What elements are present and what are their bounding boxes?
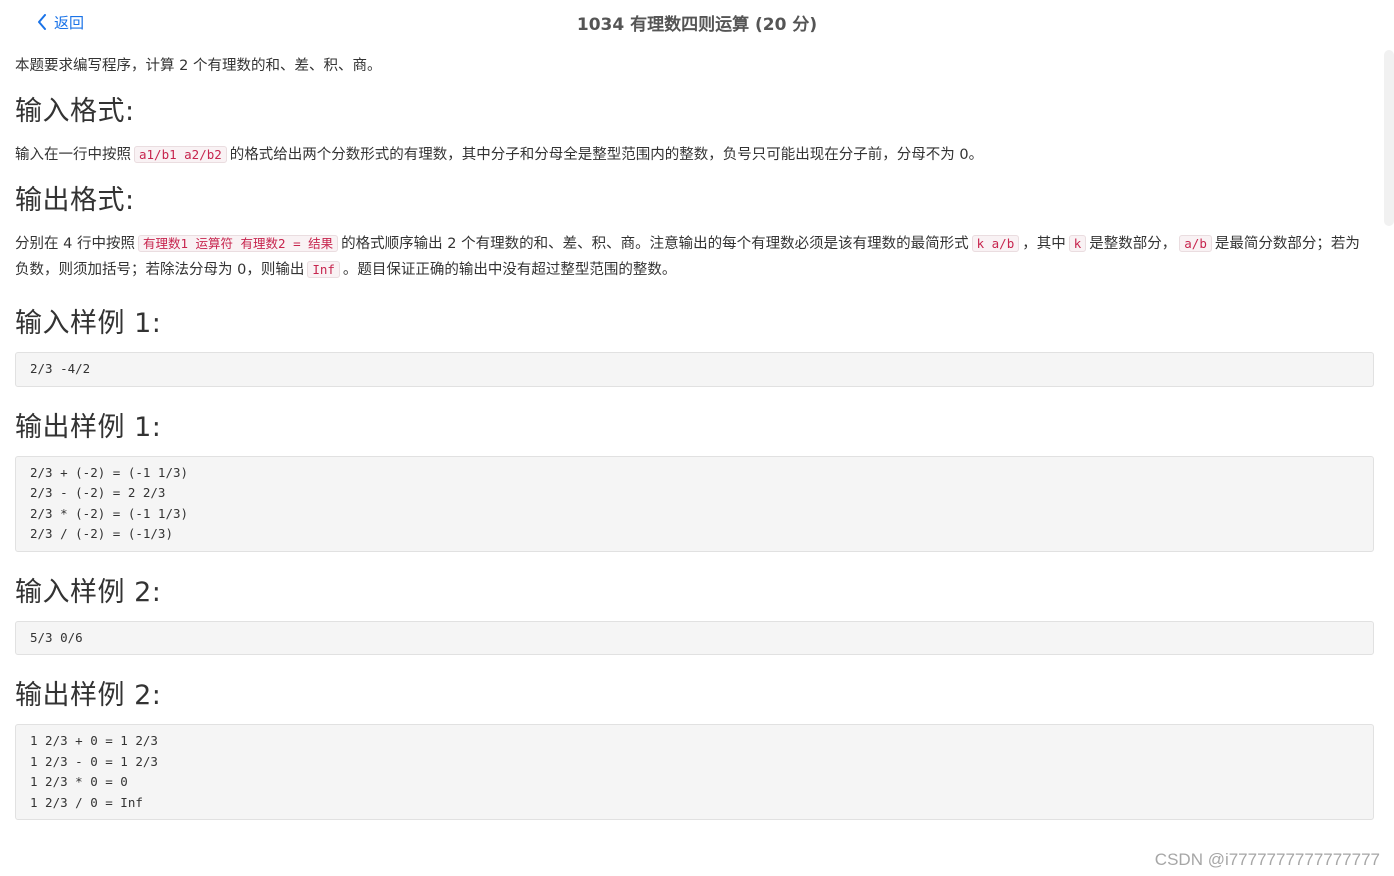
inline-code: 有理数1 运算符 有理数2 = 结果 [137, 235, 339, 252]
sample-input-1-heading: 输入样例 1: [15, 308, 162, 339]
top-bar: 返回 1034 有理数四则运算 (20 分) [0, 0, 1394, 44]
sample-input-2-code: 5/3 0/6 [15, 620, 1374, 655]
scrollbar[interactable] [1384, 50, 1394, 226]
sample-input-1-code: 2/3 -4/2 [15, 352, 1374, 387]
inline-code: a1/b1 a2/b2 [134, 146, 227, 163]
sample-output-2-heading: 输出样例 2: [15, 680, 162, 711]
page-title: 1034 有理数四则运算 (20 分) [576, 15, 818, 35]
watermark: CSDN @i7777777777777777 [1154, 850, 1380, 869]
inline-code: k [1068, 235, 1087, 252]
inline-code: a/b [1179, 235, 1212, 252]
sample-input-2-heading: 输入样例 2: [15, 576, 162, 608]
input-format-heading: 输入格式: [15, 96, 135, 127]
intro-text: 本题要求编写程序，计算 2 个有理数的和、差、积、商。 [15, 58, 382, 74]
inline-code: k a/b [971, 235, 1020, 252]
sample-output-1-heading: 输出样例 1: [15, 411, 162, 443]
problem-content: 本题要求编写程序，计算 2 个有理数的和、差、积、商。 输入格式: 输入在一行中… [15, 52, 1374, 820]
inline-code: Inf [307, 261, 340, 278]
output-format-heading: 输出格式: [15, 185, 135, 216]
sample-output-2-code: 1 2/3 + 0 = 1 2/3 1 2/3 - 0 = 1 2/3 1 2/… [15, 724, 1374, 820]
sample-output-1-code: 2/3 + (-2) = (-1 1/3) 2/3 - (-2) = 2 2/3… [15, 455, 1374, 552]
input-format-text: 输入在一行中按照 a1/b1 a2/b2 的格式给出两个分数形式的有理数，其中分子和… [15, 146, 984, 163]
output-format-text: 分别在 4 行中按照 有理数1 运算符 有理数2 = 结果 的格式顺序输出 2 个有… [15, 235, 1360, 278]
